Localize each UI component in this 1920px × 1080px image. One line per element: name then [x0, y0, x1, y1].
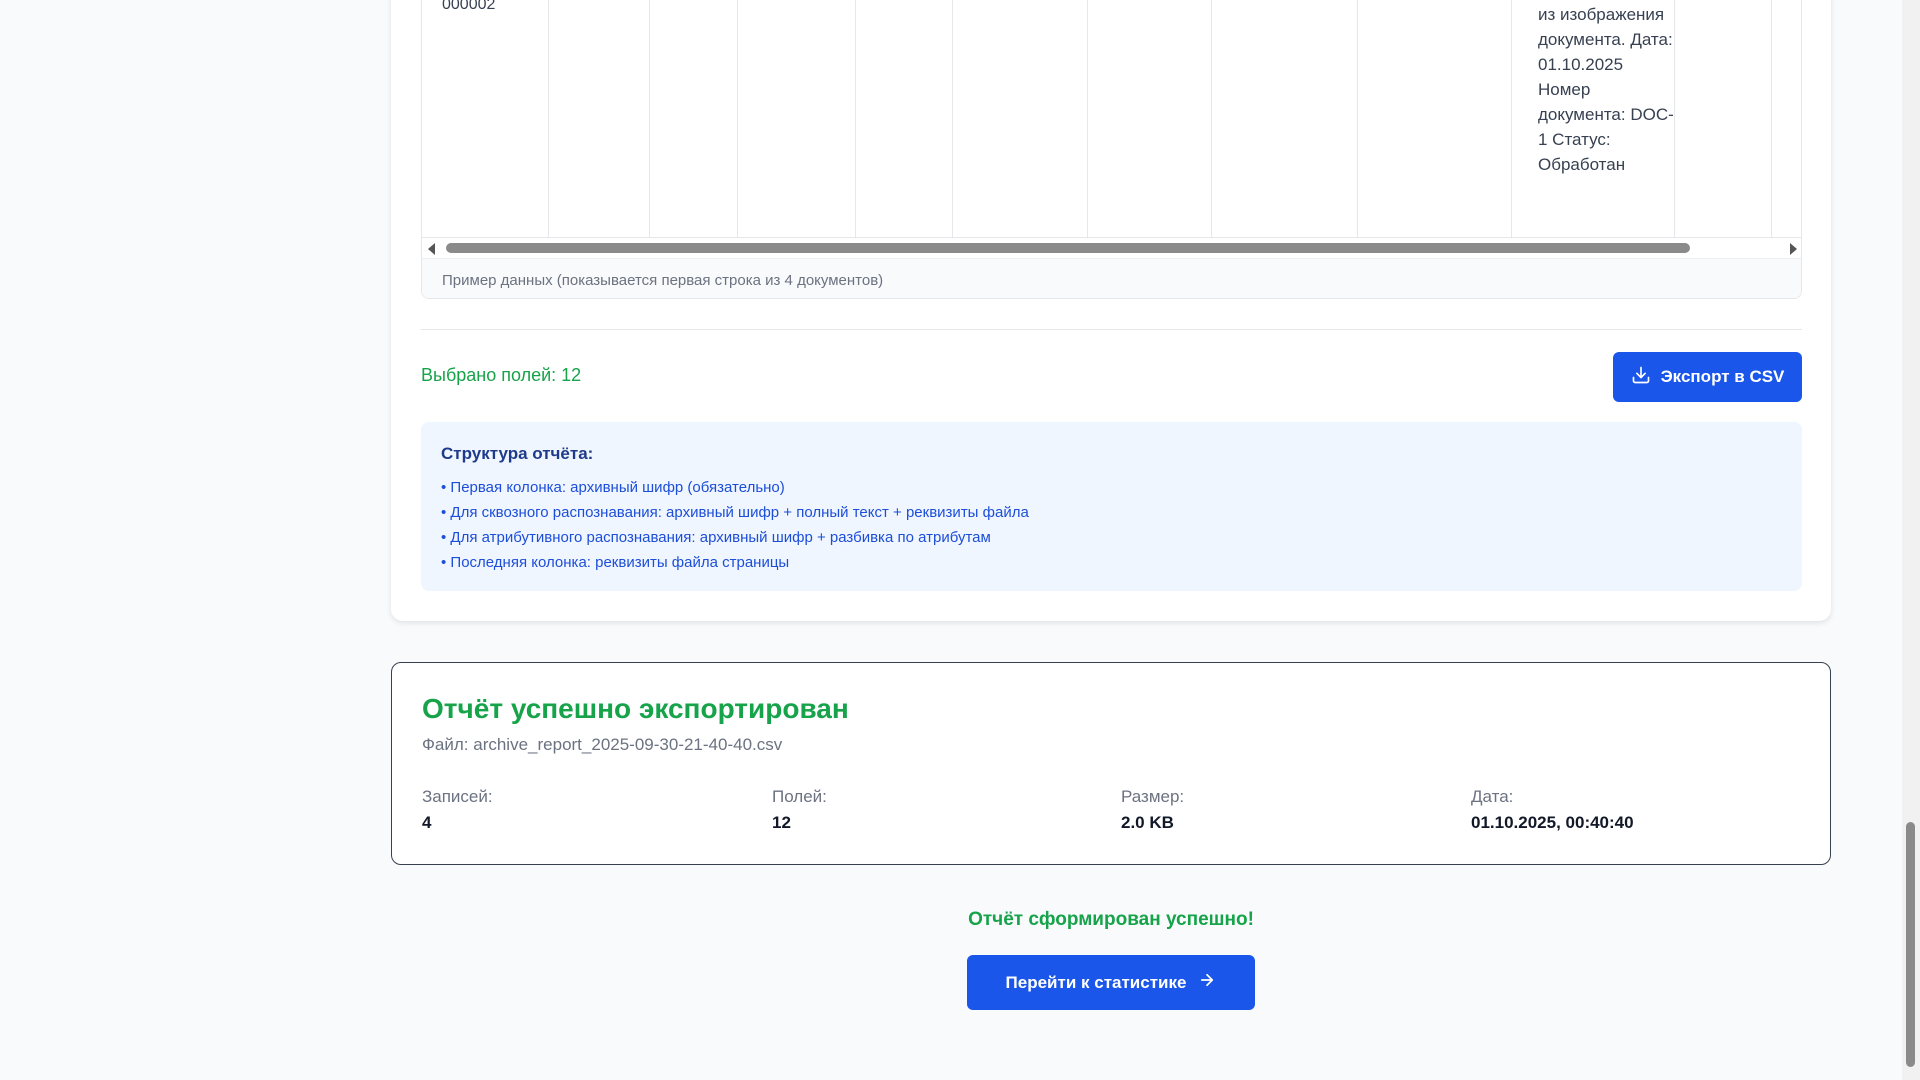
stat-label: Дата: — [1471, 787, 1514, 806]
export-csv-label: Экспорт в CSV — [1660, 367, 1785, 386]
stat-label: Полей: — [772, 787, 827, 806]
report-done-message: Отчёт сформирован успешно! — [968, 909, 1254, 930]
structure-item: • Для атрибутивного распознавания: архив… — [441, 529, 991, 546]
column-divider — [649, 0, 650, 238]
column-divider — [1511, 0, 1512, 238]
report-structure-info: Структура отчёта: • Первая колонка: архи… — [421, 422, 1802, 591]
stat-label: Размер: — [1121, 787, 1185, 806]
stat-value: 01.10.2025, 00:40:40 — [1471, 813, 1634, 832]
preview-table: 000002 из изображения документа. Дата: 0… — [421, 0, 1802, 299]
page-scrollbar[interactable] — [1902, 0, 1920, 1080]
scroll-left-icon[interactable] — [428, 243, 435, 255]
column-divider — [1771, 0, 1772, 238]
export-success-title: Отчёт успешно экспортирован — [422, 693, 849, 724]
report-card: 000002 из изображения документа. Дата: 0… — [391, 0, 1831, 621]
table-caption: Пример данных (показывается первая строк… — [422, 258, 1801, 298]
structure-title: Структура отчёта: — [441, 444, 594, 463]
stat-records: Записей: 4 — [422, 787, 493, 833]
structure-item: • Для сквозного распознавания: архивный … — [441, 504, 1029, 521]
full-text-cell: из изображения документа. Дата: 01.10.20… — [1538, 5, 1674, 174]
column-divider — [1357, 0, 1358, 238]
stat-size: Размер: 2.0 KB — [1121, 787, 1184, 833]
export-file-name: Файл: archive_report_2025-09-30-21-40-40… — [422, 735, 783, 754]
selected-fields-count: Выбрано полей: 12 — [421, 365, 582, 385]
column-divider — [952, 0, 953, 238]
scroll-right-icon[interactable] — [1790, 243, 1797, 255]
stat-value: 2.0 KB — [1121, 813, 1174, 832]
scrollbar-thumb[interactable] — [446, 243, 1690, 253]
export-success-card: Отчёт успешно экспортирован Файл: archiv… — [391, 662, 1831, 865]
column-divider — [737, 0, 738, 238]
table-row: 000002 из изображения документа. Дата: 0… — [422, 0, 1801, 238]
divider — [421, 329, 1802, 330]
stat-value: 4 — [422, 813, 432, 832]
archive-code-cell: 000002 — [442, 0, 496, 13]
column-divider — [855, 0, 856, 238]
column-divider — [1087, 0, 1088, 238]
stat-label: Записей: — [422, 787, 493, 806]
stat-date: Дата: 01.10.2025, 00:40:40 — [1471, 787, 1634, 833]
structure-item: • Первая колонка: архивный шифр (обязате… — [441, 479, 785, 496]
column-divider — [548, 0, 549, 238]
export-csv-button[interactable]: Экспорт в CSV — [1613, 352, 1802, 402]
column-divider — [1211, 0, 1212, 238]
structure-item: • Последняя колонка: реквизиты файла стр… — [441, 554, 790, 571]
go-to-statistics-label: Перейти к статистике — [1005, 972, 1187, 992]
horizontal-scrollbar[interactable] — [422, 238, 1801, 258]
stat-fields: Полей: 12 — [772, 787, 827, 833]
stat-value: 12 — [772, 813, 791, 832]
page-scrollbar-thumb[interactable] — [1906, 822, 1915, 1067]
go-to-statistics-button[interactable]: Перейти к статистике — [967, 955, 1255, 1010]
arrow-right-icon — [1198, 971, 1216, 994]
download-icon — [1631, 365, 1651, 390]
